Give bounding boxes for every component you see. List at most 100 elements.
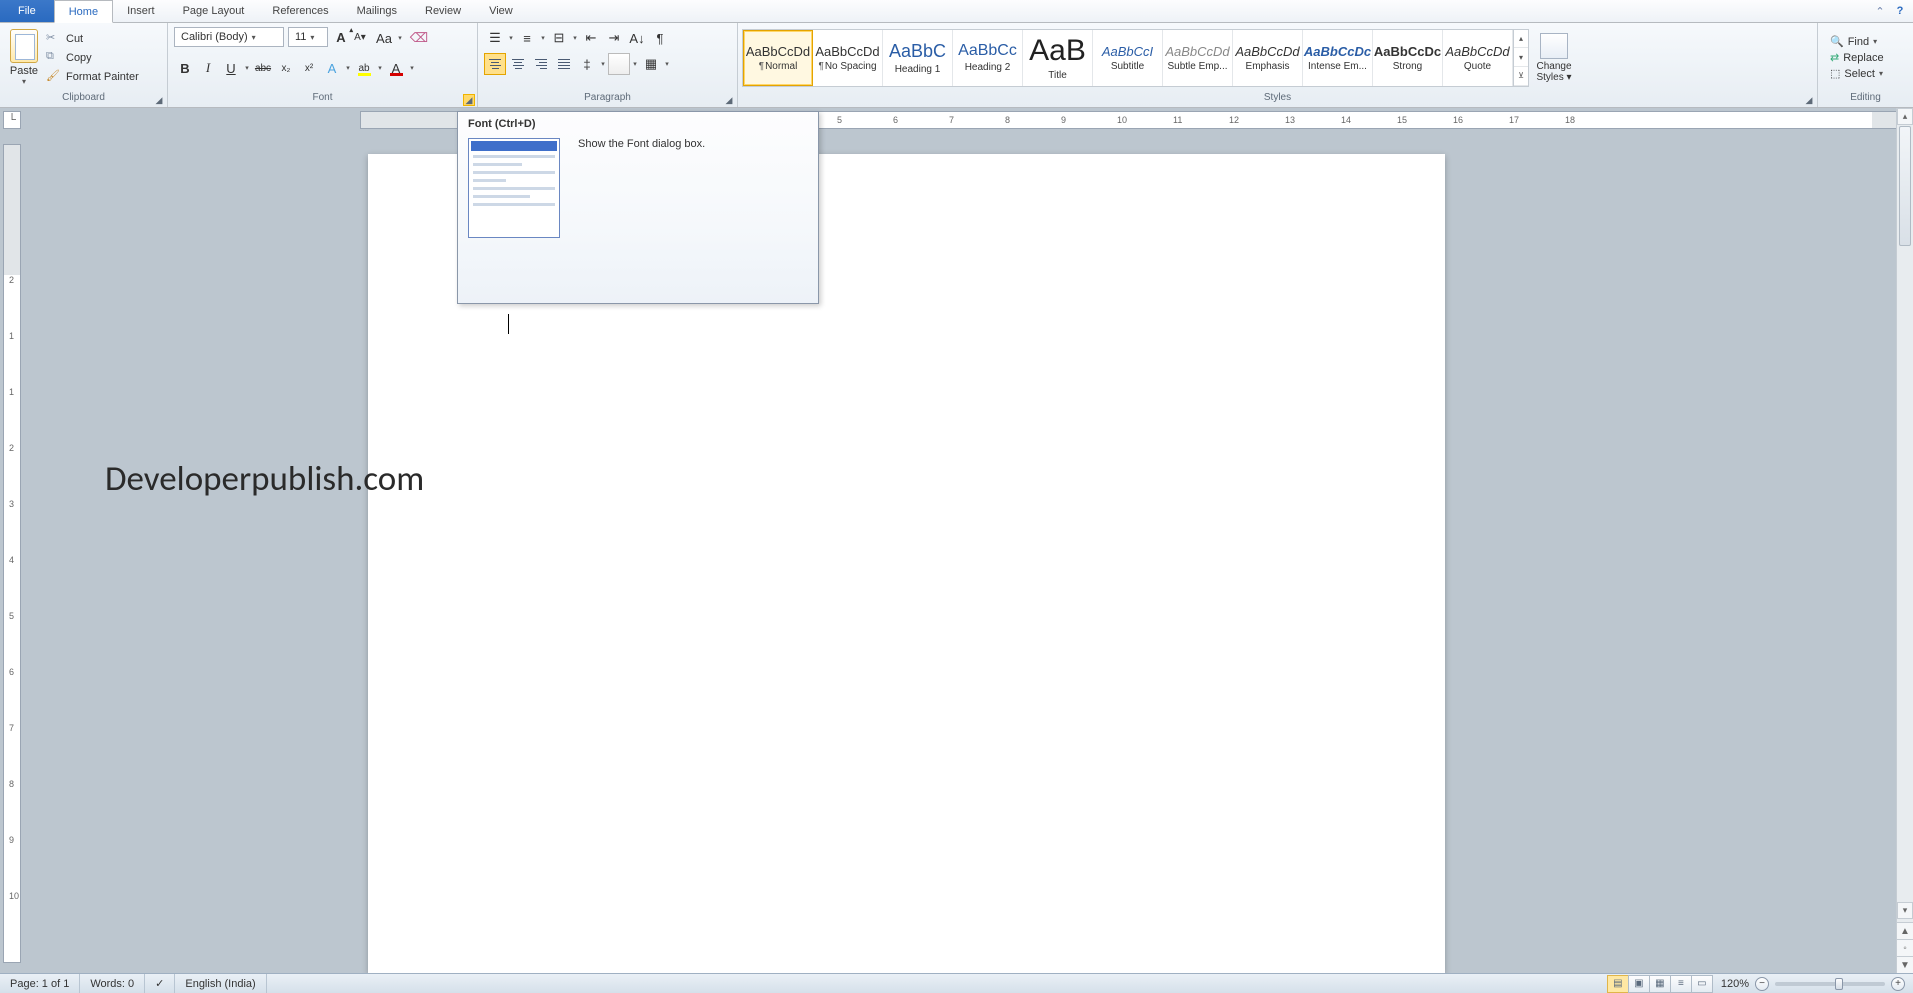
styles-scroll-up[interactable]: ▴ — [1514, 30, 1528, 49]
tab-stop-selector[interactable]: └ — [3, 111, 21, 129]
subscript-button[interactable]: x₂ — [275, 57, 297, 79]
zoom-value[interactable]: 120% — [1721, 978, 1749, 990]
bullets-button[interactable]: ☰ — [484, 27, 506, 49]
prev-page-button[interactable]: ▲ — [1897, 922, 1913, 939]
align-justify-button[interactable] — [553, 53, 575, 75]
shrink-font-button[interactable]: A▾ — [351, 27, 369, 47]
tab-review[interactable]: Review — [411, 0, 475, 22]
chevron-down-icon[interactable]: ▾ — [539, 34, 547, 42]
style-tile-heading-2[interactable]: AaBbCcHeading 2 — [953, 30, 1023, 86]
view-outline-button[interactable]: ≡ — [1670, 975, 1692, 993]
text-effects-button[interactable]: A — [321, 57, 343, 79]
chevron-down-icon[interactable]: ▾ — [396, 34, 404, 42]
style-tile-quote[interactable]: AaBbCcDdQuote — [1443, 30, 1513, 86]
change-styles-button[interactable]: Change Styles ▾ — [1529, 31, 1579, 85]
tab-home[interactable]: Home — [54, 0, 113, 23]
tab-insert[interactable]: Insert — [113, 0, 169, 22]
cut-button[interactable]: ✂Cut — [46, 31, 139, 47]
chevron-down-icon[interactable]: ▾ — [243, 64, 251, 72]
view-draft-button[interactable]: ▭ — [1691, 975, 1713, 993]
font-size-combo[interactable]: 11▾ — [288, 27, 328, 47]
paragraph-launcher[interactable]: ◢ — [723, 94, 735, 106]
tab-references[interactable]: References — [258, 0, 342, 22]
align-right-button[interactable] — [530, 53, 552, 75]
sort-button[interactable]: A↓ — [626, 27, 648, 49]
tab-view[interactable]: View — [475, 0, 527, 22]
zoom-slider-thumb[interactable] — [1835, 978, 1843, 990]
font-launcher[interactable]: ◢ — [463, 94, 475, 106]
zoom-in-button[interactable]: + — [1891, 977, 1905, 991]
strikethrough-button[interactable]: abc — [252, 57, 274, 79]
format-painter-button[interactable]: 🖌Format Painter — [46, 69, 139, 85]
view-fullscreen-button[interactable]: ▣ — [1628, 975, 1650, 993]
shading-button[interactable] — [608, 53, 630, 75]
multilevel-list-button[interactable]: ⊟ — [548, 27, 570, 49]
grow-font-button[interactable]: A▴ — [332, 27, 350, 47]
change-case-button[interactable]: Aa — [373, 27, 395, 49]
chevron-down-icon[interactable]: ▾ — [408, 64, 416, 72]
decrease-indent-button[interactable]: ⇤ — [580, 27, 602, 49]
browse-object-button[interactable]: ◦ — [1897, 939, 1913, 956]
status-page[interactable]: Page: 1 of 1 — [0, 974, 80, 993]
chevron-down-icon[interactable]: ▾ — [599, 60, 607, 68]
scroll-thumb[interactable] — [1899, 126, 1911, 246]
chevron-down-icon[interactable]: ▾ — [571, 34, 579, 42]
styles-launcher[interactable]: ◢ — [1803, 94, 1815, 106]
line-spacing-button[interactable]: ‡ — [576, 53, 598, 75]
clear-formatting-button[interactable]: ⌫ — [408, 27, 430, 49]
styles-expand[interactable]: ⊻ — [1514, 67, 1528, 86]
chevron-down-icon[interactable]: ▾ — [663, 60, 671, 68]
minimize-ribbon-icon[interactable]: ⌃ — [1873, 4, 1887, 18]
zoom-out-button[interactable]: − — [1755, 977, 1769, 991]
style-tile-title[interactable]: AaBTitle — [1023, 30, 1093, 86]
view-web-button[interactable]: ▦ — [1649, 975, 1671, 993]
tab-file[interactable]: File — [0, 0, 54, 22]
copy-button[interactable]: ⧉Copy — [46, 50, 139, 66]
zoom-slider[interactable] — [1775, 982, 1885, 986]
scroll-down-button[interactable]: ▾ — [1897, 902, 1913, 919]
styles-scroll-down[interactable]: ▾ — [1514, 48, 1528, 67]
numbering-button[interactable]: ≡ — [516, 27, 538, 49]
style-tile-strong[interactable]: AaBbCcDcStrong — [1373, 30, 1443, 86]
font-name-combo[interactable]: Calibri (Body)▾ — [174, 27, 284, 47]
superscript-button[interactable]: x² — [298, 57, 320, 79]
style-tile-emphasis[interactable]: AaBbCcDdEmphasis — [1233, 30, 1303, 86]
style-tile-heading-1[interactable]: AaBbCHeading 1 — [883, 30, 953, 86]
bold-button[interactable]: B — [174, 57, 196, 79]
chevron-down-icon[interactable]: ▾ — [344, 64, 352, 72]
status-words[interactable]: Words: 0 — [80, 974, 145, 993]
status-language[interactable]: English (India) — [175, 974, 266, 993]
borders-button[interactable]: ▦ — [640, 53, 662, 75]
next-page-button[interactable]: ▼ — [1897, 956, 1913, 973]
vertical-scrollbar[interactable]: ▴ ▾ ▲ ◦ ▼ — [1896, 108, 1913, 973]
paste-button[interactable]: Paste ▾ — [4, 27, 44, 88]
style-tile-normal[interactable]: AaBbCcDd¶Normal — [743, 30, 813, 86]
highlight-button[interactable]: ab — [353, 57, 375, 79]
find-button[interactable]: 🔍Find▾ — [1830, 35, 1884, 48]
tab-mailings[interactable]: Mailings — [343, 0, 411, 22]
font-color-button[interactable]: A — [385, 57, 407, 79]
style-tile-subtle-emp-[interactable]: AaBbCcDdSubtle Emp... — [1163, 30, 1233, 86]
show-hide-button[interactable]: ¶ — [649, 27, 671, 49]
chevron-down-icon[interactable]: ▾ — [631, 60, 639, 68]
vertical-ruler[interactable]: 2112345678910 — [3, 144, 21, 963]
status-proofing[interactable]: ✓ — [145, 974, 175, 993]
scroll-up-button[interactable]: ▴ — [1897, 108, 1913, 125]
select-button[interactable]: ⬚Select▾ — [1830, 67, 1884, 80]
tab-page-layout[interactable]: Page Layout — [169, 0, 259, 22]
increase-indent-button[interactable]: ⇥ — [603, 27, 625, 49]
replace-button[interactable]: ⇄Replace — [1830, 51, 1884, 64]
style-tile-subtitle[interactable]: AaBbCcISubtitle — [1093, 30, 1163, 86]
styles-scroll: ▴▾⊻ — [1513, 30, 1528, 86]
align-left-button[interactable] — [484, 53, 506, 75]
underline-button[interactable]: U — [220, 57, 242, 79]
clipboard-launcher[interactable]: ◢ — [153, 94, 165, 106]
italic-button[interactable]: I — [197, 57, 219, 79]
style-tile-intense-em-[interactable]: AaBbCcDcIntense Em... — [1303, 30, 1373, 86]
help-icon[interactable]: ? — [1893, 4, 1907, 18]
style-tile-no-spacing[interactable]: AaBbCcDd¶No Spacing — [813, 30, 883, 86]
chevron-down-icon[interactable]: ▾ — [376, 64, 384, 72]
align-center-button[interactable] — [507, 53, 529, 75]
view-print-layout-button[interactable]: ▤ — [1607, 975, 1629, 993]
chevron-down-icon[interactable]: ▾ — [507, 34, 515, 42]
